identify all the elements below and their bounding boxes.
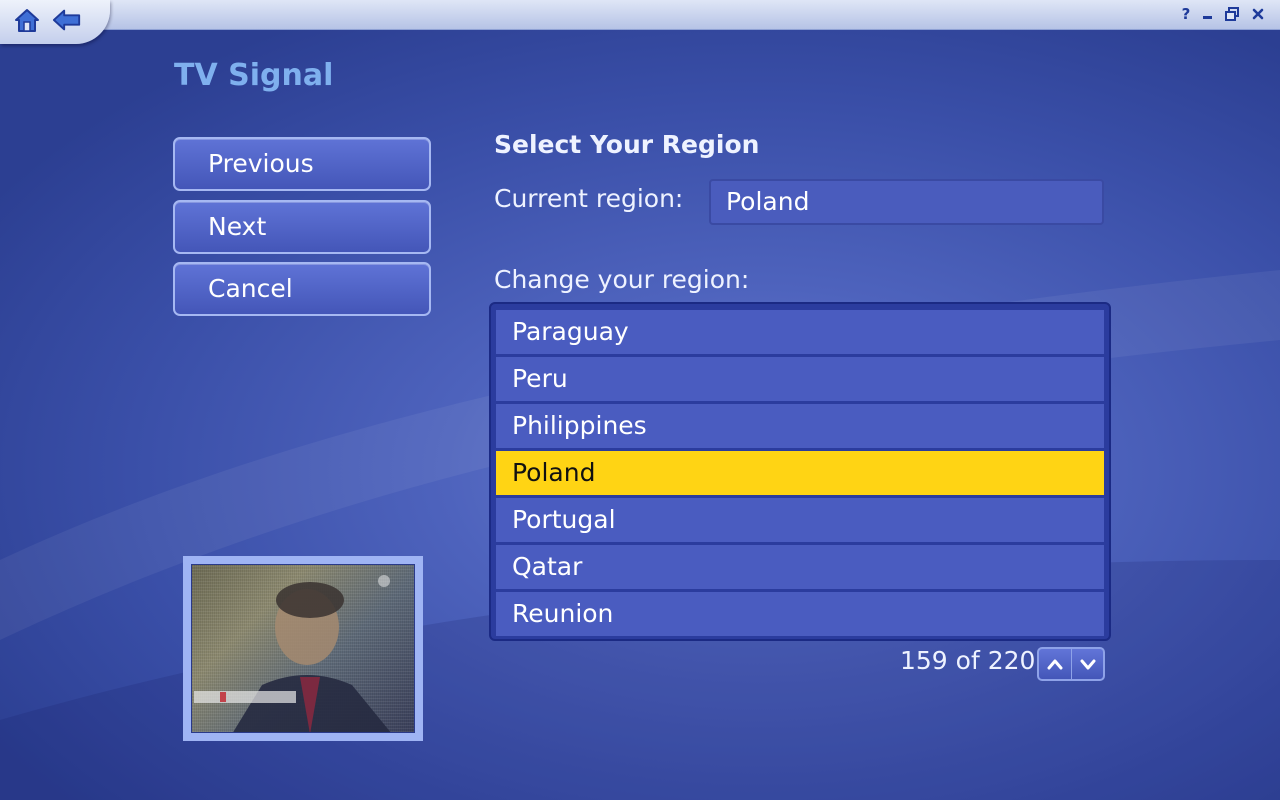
page-down-button[interactable]	[1071, 649, 1103, 679]
change-region-label: Change your region:	[494, 265, 750, 294]
chevron-up-icon	[1047, 659, 1063, 670]
pager-count: 159 of 220	[900, 646, 1036, 675]
current-region-label: Current region:	[494, 184, 684, 213]
list-item-selected[interactable]: Poland	[496, 451, 1104, 495]
page-up-button[interactable]	[1039, 649, 1071, 679]
tv-preview-image	[194, 575, 391, 732]
help-icon[interactable]: ?	[1176, 4, 1196, 24]
tv-preview-video	[191, 564, 415, 733]
previous-button[interactable]: Previous	[173, 137, 431, 191]
list-item[interactable]: Portugal	[496, 498, 1104, 542]
pager-controls	[1037, 647, 1105, 681]
chevron-down-icon	[1080, 659, 1095, 670]
region-list: Paraguay Peru Philippines Poland Portuga…	[489, 302, 1111, 641]
restore-icon[interactable]	[1222, 4, 1242, 24]
list-item[interactable]: Reunion	[496, 592, 1104, 636]
current-region-value: Poland	[709, 179, 1104, 225]
minimize-icon[interactable]	[1198, 4, 1218, 24]
page-title: TV Signal	[174, 58, 334, 93]
top-bar	[0, 0, 1280, 30]
list-item[interactable]: Qatar	[496, 545, 1104, 589]
list-item[interactable]: Peru	[496, 357, 1104, 401]
list-item[interactable]: Philippines	[496, 404, 1104, 448]
tv-preview	[183, 556, 423, 741]
home-icon[interactable]	[12, 6, 42, 34]
list-item[interactable]: Paraguay	[496, 310, 1104, 354]
back-arrow-icon[interactable]	[52, 6, 82, 34]
close-icon[interactable]	[1248, 4, 1268, 24]
cancel-button[interactable]: Cancel	[173, 262, 431, 316]
next-button[interactable]: Next	[173, 200, 431, 254]
region-heading: Select Your Region	[494, 130, 760, 159]
